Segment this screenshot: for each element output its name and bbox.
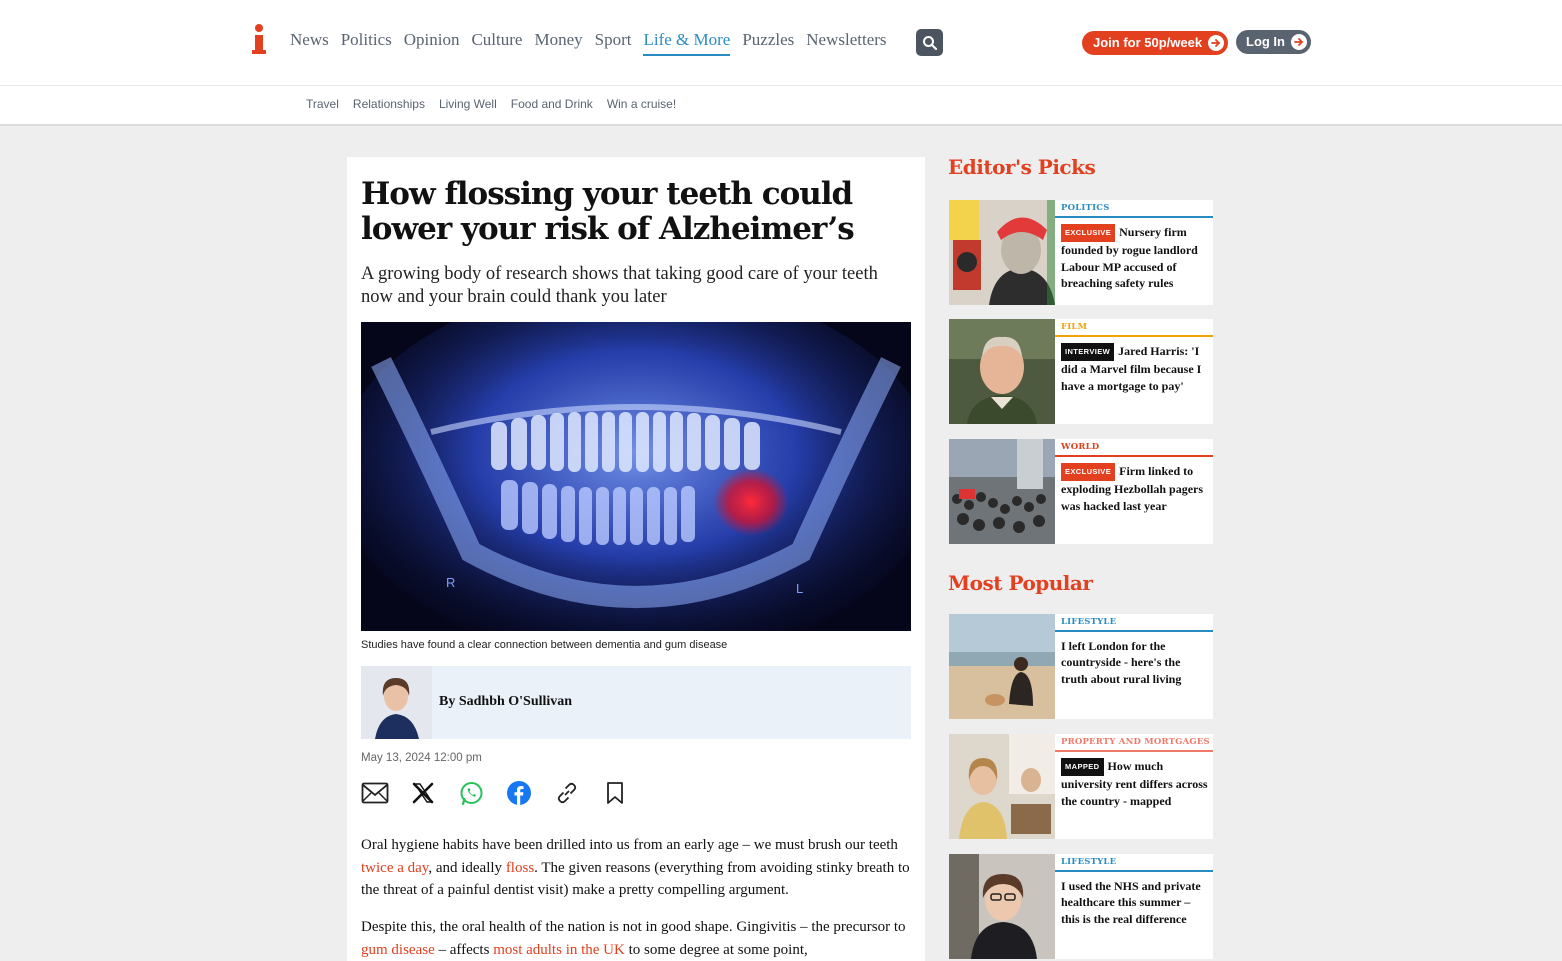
article-headline: How flossing your teeth could lower your…	[361, 176, 855, 247]
link-gum-disease[interactable]: gum disease	[361, 942, 435, 958]
interview-badge: INTERVIEW	[1061, 343, 1115, 362]
most-popular-heading: Most Popular	[948, 571, 1093, 595]
email-share-icon[interactable]	[361, 779, 389, 807]
article-standfirst: A growing body of research shows that ta…	[361, 264, 878, 307]
most-popular-card[interactable]: PROPERTY AND MORTGAGES MAPPED How much un…	[949, 734, 1213, 839]
card-thumbnail	[949, 734, 1055, 839]
i-logo[interactable]	[252, 24, 266, 56]
nav-life-and-more[interactable]: Life & More	[643, 30, 731, 56]
arrow-right-icon	[1291, 34, 1307, 50]
share-bar	[361, 779, 629, 807]
card-section-label: POLITICS	[1055, 200, 1213, 218]
search-icon	[922, 35, 937, 50]
card-section-label: WORLD	[1055, 439, 1213, 457]
subnav-win-a-cruise[interactable]: Win a cruise!	[607, 97, 676, 111]
xray-left-marker: L	[796, 581, 803, 596]
card-thumbnail	[949, 319, 1055, 424]
card-section-label: PROPERTY AND MORTGAGES	[1055, 734, 1213, 752]
subnav-living-well[interactable]: Living Well	[439, 97, 497, 111]
top-navigation-bar: News Politics Opinion Culture Money Spor…	[0, 0, 1562, 86]
card-title: I used the NHS and private healthcare th…	[1061, 879, 1201, 926]
most-popular-card[interactable]: LIFESTYLE I used the NHS and private hea…	[949, 854, 1213, 959]
xray-right-marker: R	[446, 575, 455, 590]
card-thumbnail	[949, 614, 1055, 719]
author-name[interactable]: By Sadhbh O'Sullivan	[439, 694, 572, 710]
nav-news[interactable]: News	[290, 30, 329, 56]
article: How flossing your teeth could lower your…	[347, 157, 925, 961]
card-thumbnail	[949, 200, 1055, 305]
card-title: MAPPED How much university rent differs a…	[1061, 758, 1208, 808]
publish-date: May 13, 2024 12:00 pm	[361, 752, 482, 764]
nav-culture[interactable]: Culture	[471, 30, 522, 56]
card-thumbnail	[949, 854, 1055, 959]
mapped-badge: MAPPED	[1061, 758, 1104, 777]
link-floss[interactable]: floss	[506, 860, 534, 876]
author-avatar[interactable]	[361, 666, 432, 739]
byline-box: By Sadhbh O'Sullivan	[361, 666, 911, 739]
sub-navigation-bar: Travel Relationships Living Well Food an…	[0, 86, 1562, 126]
card-title: INTERVIEW Jared Harris: 'I did a Marvel f…	[1061, 343, 1202, 393]
nav-sport[interactable]: Sport	[595, 30, 632, 56]
x-share-icon[interactable]	[409, 779, 437, 807]
sub-nav: Travel Relationships Living Well Food an…	[306, 97, 676, 111]
subnav-travel[interactable]: Travel	[306, 97, 339, 111]
link-most-adults-in-uk[interactable]: most adults in the UK	[493, 942, 625, 958]
article-paragraph-1: Oral hygiene habits have been drilled in…	[361, 837, 910, 898]
card-thumbnail	[949, 439, 1055, 544]
card-section-label: LIFESTYLE	[1055, 854, 1213, 872]
most-popular-card[interactable]: LIFESTYLE I left London for the countrys…	[949, 614, 1213, 719]
join-button[interactable]: Join for 50p/week	[1082, 31, 1229, 55]
card-title: EXCLUSIVE Firm linked to exploding Hezbol…	[1061, 463, 1204, 513]
copy-link-icon[interactable]	[553, 779, 581, 807]
editors-pick-card[interactable]: POLITICS EXCLUSIVE Nursery firm founded b…	[949, 200, 1213, 305]
nav-opinion[interactable]: Opinion	[404, 30, 460, 56]
nav-puzzles[interactable]: Puzzles	[742, 30, 794, 56]
article-paragraph-2: Despite this, the oral health of the nat…	[361, 919, 906, 958]
card-title: I left London for the countryside - here…	[1061, 639, 1182, 686]
login-button[interactable]: Log In	[1236, 30, 1311, 54]
nav-money[interactable]: Money	[534, 30, 582, 56]
arrow-right-icon	[1208, 35, 1225, 51]
login-button-label: Log In	[1246, 34, 1285, 49]
main-nav: News Politics Opinion Culture Money Spor…	[290, 30, 887, 56]
subnav-relationships[interactable]: Relationships	[353, 97, 425, 111]
image-caption: Studies have found a clear connection be…	[361, 639, 728, 651]
whatsapp-share-icon[interactable]	[457, 779, 485, 807]
card-section-label: FILM	[1055, 319, 1213, 337]
editors-picks-heading: Editor's Picks	[948, 155, 1096, 179]
subnav-food-and-drink[interactable]: Food and Drink	[511, 97, 593, 111]
hero-image-dental-xray: R L	[361, 322, 911, 631]
editors-pick-card[interactable]: FILM INTERVIEW Jared Harris: 'I did a Mar…	[949, 319, 1213, 424]
card-section-label: LIFESTYLE	[1055, 614, 1213, 632]
card-title: EXCLUSIVE Nursery firm founded by rogue l…	[1061, 224, 1198, 290]
join-button-label: Join for 50p/week	[1093, 35, 1203, 50]
editors-pick-card[interactable]: WORLD EXCLUSIVE Firm linked to exploding …	[949, 439, 1213, 544]
bookmark-icon[interactable]	[601, 779, 629, 807]
nav-newsletters[interactable]: Newsletters	[806, 30, 886, 56]
search-button[interactable]	[916, 29, 943, 56]
nav-politics[interactable]: Politics	[341, 30, 392, 56]
facebook-share-icon[interactable]	[505, 779, 533, 807]
link-twice-a-day[interactable]: twice a day	[361, 860, 428, 876]
exclusive-badge: EXCLUSIVE	[1061, 463, 1116, 482]
exclusive-badge: EXCLUSIVE	[1061, 224, 1116, 243]
